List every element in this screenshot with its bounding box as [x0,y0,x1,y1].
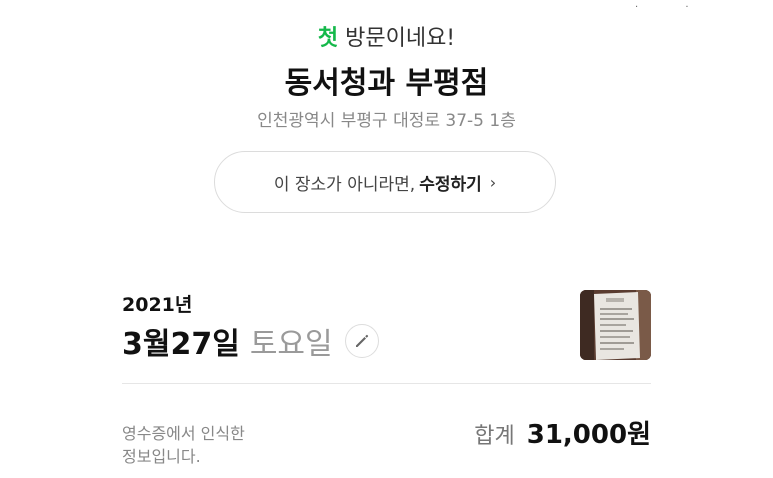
edit-place-button[interactable]: 이 장소가 아니라면, 수정하기 › [214,151,556,213]
visit-year: 2021년 [122,294,193,316]
chevron-right-icon: › [489,172,497,192]
edit-place-prefix: 이 장소가 아니라면, [273,174,416,195]
first-visit-highlight: 첫 [317,26,339,51]
edit-place-action: 수정하기 [419,174,482,195]
pencil-icon [355,334,368,347]
receipt-image [580,290,651,360]
recognized-info-note: 영수증에서 인식한 정보입니다. [122,422,322,468]
visit-date-row: 3월27일 토요일 [122,318,379,364]
receipt-review-page: · · 첫 방문이네요! 동서청과 부평점 인천광역시 부평구 대정로 37-5… [0,0,773,478]
first-visit-message: 첫 방문이네요! [0,20,773,52]
recognized-line-1: 영수증에서 인식한 [122,424,245,443]
edit-date-button[interactable] [344,324,379,358]
status-dots: · · [635,2,711,13]
total-row: 합계 31,000원 [474,414,651,451]
section-divider [122,383,651,384]
total-label: 합계 [474,424,515,449]
place-address: 인천광역시 부평구 대정로 37-5 1층 [257,111,516,131]
receipt-thumbnail[interactable] [580,290,651,360]
place-name: 동서청과 부평점 [284,66,489,101]
visit-weekday: 토요일 [249,327,333,362]
first-visit-text: 방문이네요! [338,26,456,51]
total-amount: 31,000원 [526,420,651,450]
recognized-line-2: 정보입니다. [122,447,201,466]
visit-date: 3월27일 [122,327,240,362]
